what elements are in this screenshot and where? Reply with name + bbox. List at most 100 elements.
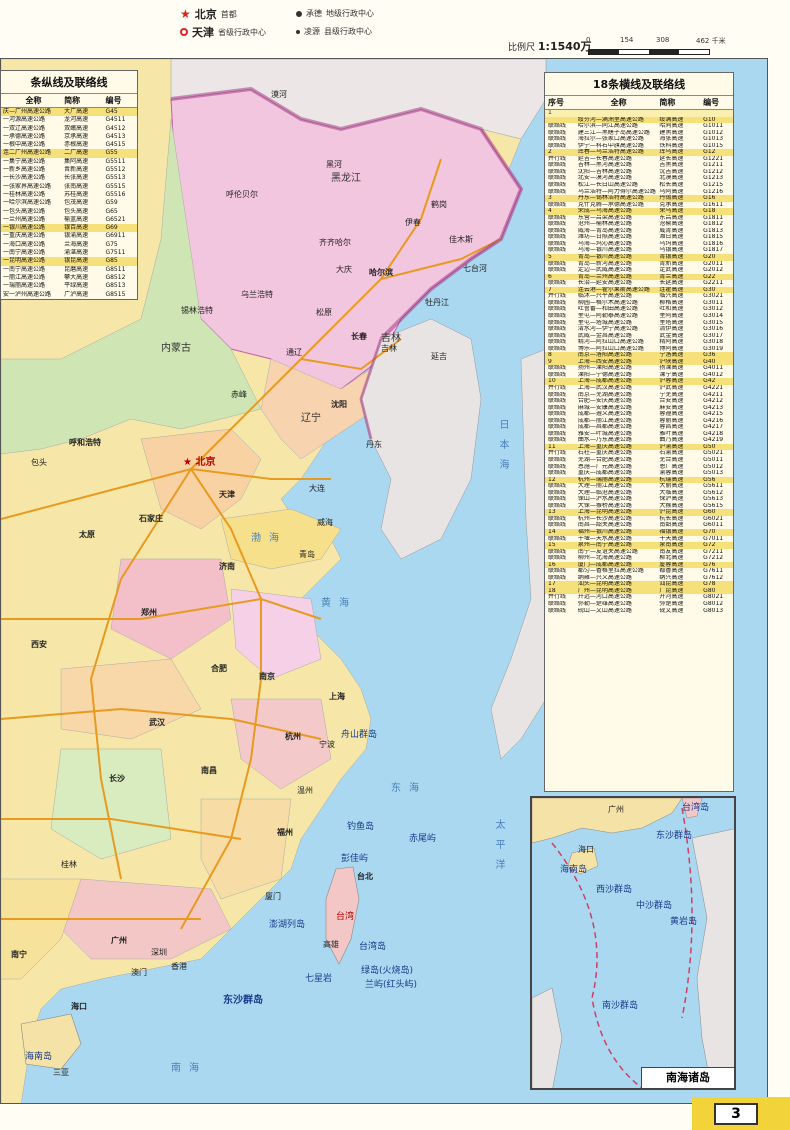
capital-beijing[interactable]: ★ 北京 [183, 453, 215, 468]
route-short-name: 渝湛高速 [64, 249, 89, 257]
table-row: 一重庆高速公路 银渝高速 G6911 [1, 232, 137, 240]
city-label[interactable]: 福州 [277, 827, 293, 838]
route-code: G8511 [105, 265, 126, 273]
city-label[interactable]: 丹东 [366, 439, 382, 450]
city-label[interactable]: 广州 [111, 935, 127, 946]
scale-tick: 154 [620, 36, 634, 44]
city-label[interactable]: 齐齐哈尔 [319, 237, 351, 248]
city-label[interactable]: 延吉 [431, 351, 447, 362]
city-label[interactable]: 台北 [357, 871, 373, 882]
city-label[interactable]: 济南 [219, 561, 235, 572]
city-label[interactable]: 武汉 [149, 717, 165, 728]
city-label[interactable]: 鹤岗 [431, 199, 447, 210]
table-row: 一新乡高速公路 晋新高速 G5512 [1, 166, 137, 174]
city-label[interactable]: 上海 [329, 691, 345, 702]
city-label[interactable]: 松原 [316, 307, 332, 318]
city-label[interactable]: 吉林 [381, 343, 397, 354]
city-label[interactable]: 呼和浩特 [69, 437, 101, 448]
legend-county-desc: 县级行政中心 [324, 27, 372, 36]
city-label[interactable]: 天津 [219, 489, 235, 500]
city-label[interactable]: 太原 [79, 529, 95, 540]
vertical-table-header: 全称 简称 编号 [1, 94, 137, 108]
route-code: G69 [105, 224, 118, 232]
city-label[interactable]: 高雄 [323, 939, 339, 950]
col-full-name: 全称 [25, 96, 42, 105]
legend-provincial: 天津 省级行政中心 [180, 24, 266, 40]
city-label[interactable]: 长春 [351, 331, 367, 342]
route-code: G5513 [105, 174, 126, 182]
city-label[interactable]: 黑河 [326, 159, 342, 170]
route-full-name: 一海口高速公路 [3, 240, 46, 248]
city-label[interactable]: 佳木斯 [449, 234, 473, 245]
city-label[interactable]: 桂林 [61, 859, 77, 870]
city-label[interactable]: 香港 [171, 961, 187, 972]
island-penghu: 澎湖列岛 [269, 920, 306, 930]
city-label[interactable]: 通辽 [286, 347, 302, 358]
city-label[interactable]: 厦门 [265, 891, 281, 902]
inset-huangyan: 黄岩岛 [670, 917, 698, 927]
city-label[interactable]: 呼伦贝尔 [226, 189, 258, 200]
city-label[interactable]: 漠河 [271, 89, 287, 100]
scale-tick: 462 千米 [696, 37, 726, 45]
city-label[interactable]: 郑州 [141, 607, 157, 618]
map-legend-bar: ★ 北京 首都 天津 省级行政中心 承德 地级行政中心 凌源 县级行政中心 比例… [0, 0, 790, 58]
city-label[interactable]: 沈阳 [331, 399, 347, 410]
city-label[interactable]: 南宁 [11, 949, 27, 960]
city-label[interactable]: 牡丹江 [425, 297, 449, 308]
island-taiwan: 台湾岛 [359, 942, 387, 952]
province-liaoning: 辽宁 [301, 413, 321, 424]
city-label[interactable]: 宁波 [319, 739, 335, 750]
horizontal-table-title: 18条横线及联络线 [545, 73, 733, 96]
city-label[interactable]: 包头 [31, 457, 47, 468]
city-label[interactable]: 深圳 [151, 947, 167, 958]
island-pengjia: 彭佳屿 [341, 854, 369, 864]
city-label[interactable]: 石家庄 [139, 513, 163, 524]
route-full-name: 一哈尔滨高速公路 [3, 199, 52, 207]
route-short-name: 大广高速 [64, 108, 89, 115]
city-label[interactable]: 长沙 [109, 773, 125, 784]
route-full-name: 庆—广州高速公路 [3, 108, 52, 115]
city-label[interactable]: 七台河 [463, 263, 487, 274]
city-label[interactable]: 温州 [297, 785, 313, 796]
table-row: 一南宁高速公路 渝湛高速 G7511 [1, 249, 137, 257]
route-code: G8513 [105, 282, 126, 290]
vertical-table-rows: 庆—广州高速公路 大广高速 G45 一河源高速公路 龙河高速 G4511 一双辽高速公路 双嫩… [1, 108, 137, 299]
city-label[interactable]: 三亚 [53, 1067, 69, 1078]
city-label[interactable]: 哈尔滨 [369, 267, 393, 278]
route-short-name: 包茂高速 [64, 199, 89, 207]
city-label[interactable]: 合肥 [211, 663, 227, 674]
route-full-name: 一承德高速公路 [3, 132, 46, 140]
city-label[interactable]: 南京 [259, 671, 275, 682]
route-short-name: 包头高速 [64, 207, 89, 215]
col-short-name: 简称 [64, 96, 81, 105]
table-row: 一集宁高速公路 集阿高速 G5511 [1, 158, 137, 166]
island-lanyu: 兰屿(红头屿) [365, 980, 418, 990]
table-row: 一双辽高速公路 双嫩高速 G4512 [1, 125, 137, 133]
city-label[interactable]: 威海 [317, 517, 333, 528]
city-label[interactable]: 海口 [71, 1001, 87, 1012]
route-code: G5512 [105, 166, 126, 174]
city-label[interactable]: 锡林浩特 [181, 305, 213, 316]
city-label[interactable]: 西安 [31, 639, 47, 650]
route-full-name: 一新乡高速公路 [3, 166, 46, 174]
south-china-sea-inset[interactable]: 广州 台湾岛 东沙群岛 海口 海南岛 西沙群岛 中沙群岛 黄岩岛 南沙群岛 南海… [530, 796, 736, 1090]
inset-title: 南海诸岛 [641, 1067, 734, 1088]
province-jilin: 吉林 [381, 333, 401, 344]
city-label[interactable]: 大连 [309, 483, 325, 494]
route-short-name: 攀大高速 [64, 273, 89, 281]
city-label[interactable]: 赤峰 [231, 389, 247, 400]
city-label[interactable]: 青岛 [299, 549, 315, 560]
route-full-name: 一张家界高速公路 [3, 182, 52, 190]
island-chiwei: 赤尾屿 [409, 834, 437, 844]
island-diaoyu: 钓鱼岛 [347, 822, 375, 832]
inset-map [532, 798, 734, 1088]
city-label[interactable]: 大庆 [336, 264, 352, 275]
sea-donghai: 东海 [391, 783, 427, 794]
city-label[interactable]: 杭州 [285, 731, 301, 742]
city-label[interactable]: 澳门 [131, 967, 147, 978]
table-row: 连二广州高速公路 二广高速 G55 [1, 149, 137, 158]
city-label[interactable]: 伊春 [405, 217, 421, 228]
island-qixingyan: 七星岩 [305, 974, 333, 984]
city-label[interactable]: 乌兰浩特 [241, 289, 273, 300]
city-label[interactable]: 南昌 [201, 765, 217, 776]
